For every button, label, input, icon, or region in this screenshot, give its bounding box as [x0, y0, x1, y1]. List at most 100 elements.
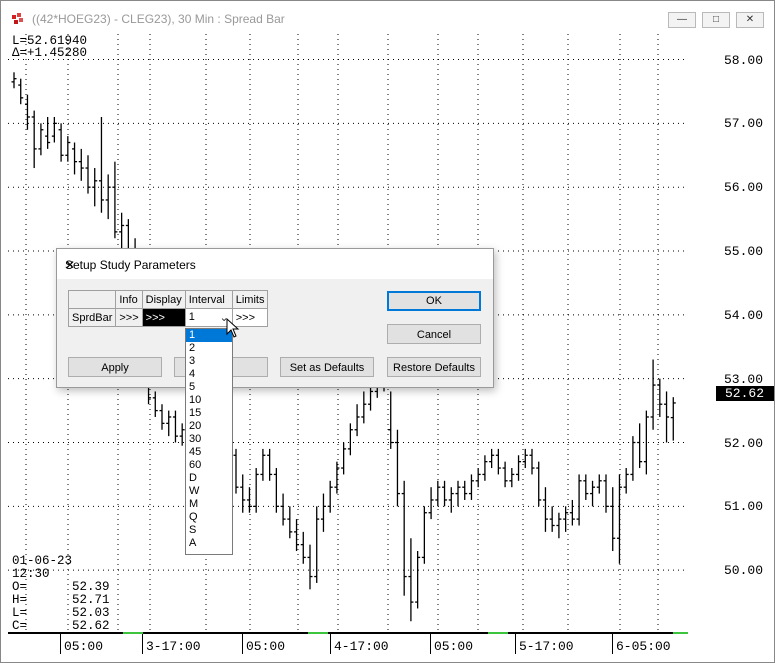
- ohlc-bar: [38, 123, 44, 156]
- interval-option[interactable]: 2: [186, 342, 232, 355]
- interval-option[interactable]: 60: [186, 459, 232, 472]
- interval-value: 1: [188, 311, 195, 323]
- ohlc-bar: [233, 448, 239, 494]
- interval-option[interactable]: 20: [186, 420, 232, 433]
- restore-defaults-button[interactable]: Restore Defaults: [387, 357, 481, 377]
- apply-button[interactable]: Apply: [68, 357, 162, 377]
- ohlc-bar: [576, 474, 582, 526]
- study-name: SprdBar: [67, 308, 117, 327]
- interval-option[interactable]: W: [186, 485, 232, 498]
- ohlc-bar: [347, 423, 353, 456]
- interval-option[interactable]: 4: [186, 368, 232, 381]
- info-cell[interactable]: >>>: [115, 308, 143, 327]
- set-as-defaults-button[interactable]: Set as Defaults: [280, 357, 374, 377]
- x-tick: [142, 634, 143, 654]
- ohlc-bar: [468, 474, 474, 500]
- ohlc-bar: [45, 116, 51, 149]
- readout-low: L= 52.03: [12, 606, 110, 620]
- ohlc-bar: [442, 480, 448, 507]
- ohlc-bar: [542, 487, 548, 532]
- ohlc-bar: [475, 468, 481, 488]
- ohlc-bar: [267, 448, 273, 481]
- ohlc-bar: [462, 480, 468, 500]
- header-cell: [67, 290, 117, 309]
- ohlc-bar: [105, 174, 111, 220]
- price-axis[interactable]: 58.00 57.00 56.00 55.00 54.00 53.00 52.00 51.00…: [688, 34, 773, 634]
- ohlc-bar: [664, 391, 670, 443]
- ohlc-bar: [98, 116, 104, 213]
- ohlc-bar: [495, 448, 501, 475]
- ohlc-bar: [314, 506, 320, 583]
- setup-study-dialog: Setup Study Parameters ✕ Info Display In…: [56, 248, 494, 388]
- ohlc-bar: [583, 474, 589, 500]
- ohlc-bar: [72, 142, 78, 175]
- dialog-close-icon[interactable]: ✕: [65, 258, 485, 272]
- ohlc-bar: [166, 410, 172, 437]
- interval-option[interactable]: 45: [186, 446, 232, 459]
- x-tick-label: 6-05:00: [616, 639, 671, 654]
- ohlc-bar: [657, 378, 663, 417]
- ok-button[interactable]: OK: [387, 291, 481, 311]
- ohlc-bar: [287, 506, 293, 539]
- interval-option[interactable]: 5: [186, 381, 232, 394]
- close-button[interactable]: ✕: [736, 12, 764, 28]
- readout-time: 12:30: [12, 567, 50, 581]
- ohlc-bar: [509, 468, 515, 488]
- current-price-tag: 52.62: [716, 386, 774, 401]
- ohlc-bar: [489, 448, 495, 469]
- y-tick-label: 55.00: [723, 244, 763, 260]
- ohlc-bar: [455, 480, 461, 507]
- ohlc-bar: [502, 461, 508, 488]
- x-tick: [60, 634, 61, 654]
- ohlc-bar: [65, 136, 71, 162]
- x-tick-label: 05:00: [246, 639, 286, 654]
- interval-option[interactable]: 30: [186, 433, 232, 446]
- y-tick-label: 50.00: [723, 563, 763, 579]
- display-cell[interactable]: >>>: [141, 308, 186, 327]
- readout-high: H= 52.71: [12, 593, 110, 607]
- ohlc-bar: [415, 551, 421, 609]
- ohlc-bar: [529, 448, 535, 475]
- x-tick-label: 05:00: [64, 639, 104, 654]
- interval-option[interactable]: 3: [186, 355, 232, 368]
- ohlc-bar: [388, 391, 394, 449]
- interval-option[interactable]: Q: [186, 511, 232, 524]
- table-header-row: Info Display Interval Limits: [67, 290, 269, 309]
- cancel-button[interactable]: Cancel: [387, 324, 481, 344]
- interval-dropdown-list[interactable]: 1 2 3 4 5 10 15 20 30 45 60 D W M Q S A: [185, 328, 233, 555]
- ohlc-bar: [260, 448, 266, 481]
- ohlc-bar: [354, 404, 360, 437]
- time-axis[interactable]: 05:00 3-17:00 05:00 4-17:00 05:00 5-17:00 6-05…: [8, 634, 688, 661]
- ohlc-bar: [18, 78, 24, 105]
- title-bar[interactable]: ((42*HOEG23) - CLEG23), 30 Min : Spread …: [1, 1, 774, 35]
- ohlc-bar: [630, 436, 636, 481]
- ohlc-bar: [119, 212, 125, 252]
- header-info: Info: [115, 290, 143, 309]
- maximize-button[interactable]: □: [702, 12, 730, 28]
- interval-option[interactable]: 15: [186, 407, 232, 420]
- interval-option[interactable]: A: [186, 537, 232, 550]
- ohlc-bar: [300, 531, 306, 564]
- ohlc-bar: [394, 429, 400, 507]
- ohlc-bar: [623, 468, 629, 494]
- interval-option[interactable]: D: [186, 472, 232, 485]
- ohlc-bar: [650, 359, 656, 430]
- x-tick-label: 5-17:00: [519, 639, 574, 654]
- readout-date: 01-06-23: [12, 554, 73, 568]
- ohlc-bar: [273, 468, 279, 513]
- ohlc-bar: [334, 461, 340, 494]
- y-tick-label: 57.00: [723, 116, 763, 132]
- ohlc-bar: [408, 538, 414, 622]
- interval-option[interactable]: 10: [186, 394, 232, 407]
- ohlc-bar: [246, 487, 252, 513]
- ohlc-bar: [78, 148, 84, 181]
- x-tick: [612, 634, 613, 654]
- ohlc-bar: [590, 480, 596, 507]
- x-tick-label: 3-17:00: [146, 639, 201, 654]
- interval-option[interactable]: M: [186, 498, 232, 511]
- minimize-button[interactable]: —: [668, 12, 696, 28]
- y-tick-label: 53.00: [723, 371, 763, 387]
- dialog-title-bar[interactable]: Setup Study Parameters ✕: [57, 249, 493, 279]
- interval-option[interactable]: S: [186, 524, 232, 537]
- ohlc-bar: [31, 110, 37, 169]
